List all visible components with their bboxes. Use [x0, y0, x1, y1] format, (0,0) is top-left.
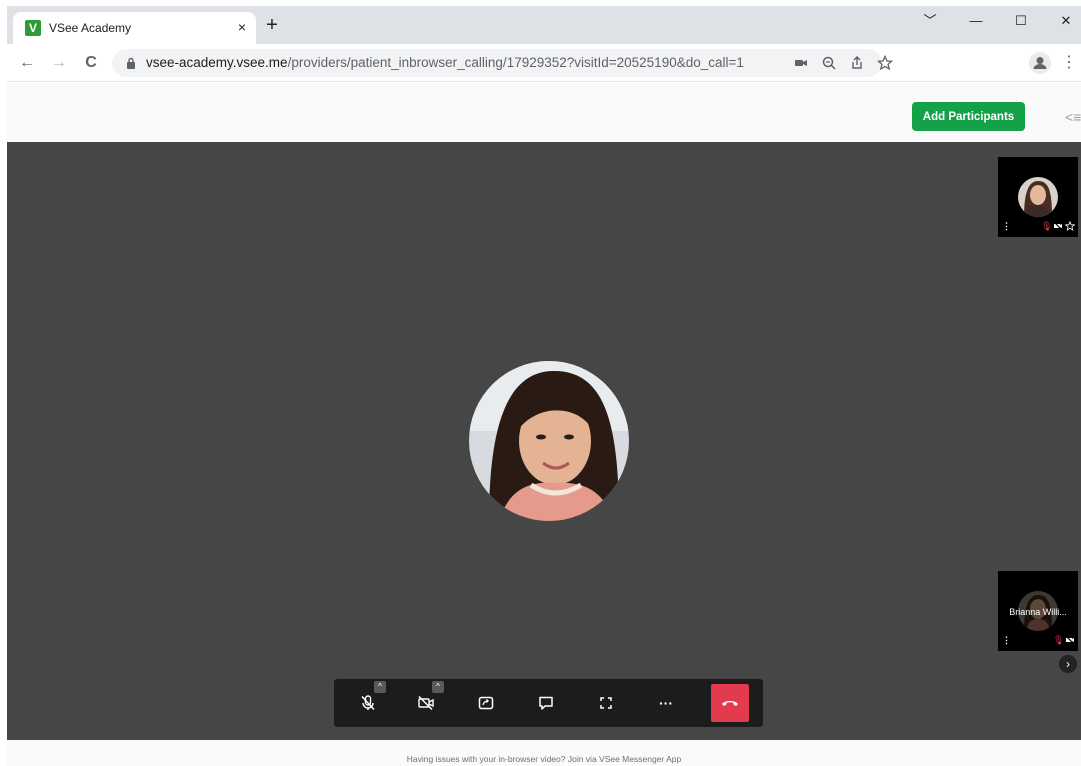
- tab-title: VSee Academy: [49, 21, 132, 35]
- mic-muted-icon: 🎙︎: [1053, 635, 1065, 645]
- collapse-panel-icon[interactable]: <≡: [1065, 109, 1081, 125]
- messenger-app-link[interactable]: Having issues with your in-browser video…: [7, 754, 1081, 764]
- mic-options-caret-icon[interactable]: ^: [374, 681, 386, 693]
- minimize-button[interactable]: —: [961, 10, 991, 32]
- next-participants-button[interactable]: ›: [1059, 655, 1077, 673]
- browser-window: V VSee Academy × + ﹀ — ☐ ✕ ← → C vsee-ac…: [7, 6, 1081, 766]
- app-header: Add Participants <≡: [7, 83, 1081, 142]
- star-icon[interactable]: [876, 54, 894, 72]
- zoom-icon[interactable]: [820, 54, 838, 72]
- tab-strip: V VSee Academy × + ﹀ — ☐ ✕: [7, 6, 1081, 44]
- url-text: vsee-academy.vsee.me/providers/patient_i…: [146, 55, 744, 70]
- reload-button[interactable]: C: [79, 51, 103, 75]
- browser-tab[interactable]: V VSee Academy ×: [13, 12, 256, 44]
- mic-toggle-button[interactable]: ^: [354, 681, 386, 717]
- participant-thumbnail[interactable]: Brianna Willi... ⋮ 🎙︎: [998, 571, 1078, 651]
- screen-share-icon: [478, 696, 494, 710]
- window-close-button[interactable]: ✕: [1051, 10, 1081, 32]
- fullscreen-icon: [600, 697, 612, 709]
- thumbnail-status-icons: 🎙︎: [1053, 635, 1075, 645]
- participant-avatar: [1018, 177, 1058, 217]
- camera-off-icon: [1053, 221, 1063, 231]
- share-icon[interactable]: [848, 54, 866, 72]
- address-bar[interactable]: vsee-academy.vsee.me/providers/patient_i…: [112, 49, 894, 77]
- camera-toggle-button[interactable]: ^: [412, 681, 444, 717]
- fullscreen-button[interactable]: [592, 689, 620, 717]
- participant-name: Brianna Willi...: [1009, 607, 1067, 617]
- star-icon[interactable]: [1065, 221, 1075, 231]
- chat-icon: [539, 696, 553, 710]
- camera-icon[interactable]: [792, 54, 810, 72]
- chat-button[interactable]: [532, 689, 560, 717]
- add-participants-button[interactable]: Add Participants: [912, 102, 1025, 131]
- hangup-icon: [722, 701, 738, 706]
- thumbnail-status-icons: 🎙︎: [1041, 221, 1075, 231]
- lock-icon: [127, 57, 135, 69]
- browser-toolbar: ← → C vsee-academy.vsee.me/providers/pat…: [7, 44, 1081, 82]
- back-button[interactable]: ←: [15, 51, 39, 75]
- maximize-button[interactable]: ☐: [1006, 10, 1036, 32]
- thumbnail-menu-icon[interactable]: ⋮: [1002, 635, 1011, 646]
- screen-share-button[interactable]: [472, 689, 500, 717]
- profile-avatar[interactable]: [1029, 52, 1051, 74]
- browser-menu-button[interactable]: ⋮: [1061, 52, 1077, 74]
- participant-thumbnail[interactable]: ⋮ 🎙︎: [998, 157, 1078, 237]
- more-options-button[interactable]: ···: [652, 689, 680, 717]
- camera-off-icon: [418, 695, 434, 711]
- mic-muted-icon: 🎙︎: [1041, 221, 1053, 231]
- url-host: vsee-academy.vsee.me: [146, 55, 288, 70]
- main-participant-avatar: [469, 361, 629, 521]
- camera-off-icon: [1065, 635, 1075, 645]
- tab-close-icon[interactable]: ×: [233, 18, 251, 36]
- forward-button[interactable]: →: [47, 51, 71, 75]
- mic-muted-icon: [361, 695, 375, 711]
- tab-search-chevron-icon[interactable]: ﹀: [915, 10, 945, 32]
- hangup-button[interactable]: [711, 684, 749, 722]
- video-stage: ⋮ 🎙︎ Brianna Willi... ⋮ 🎙︎ › ^ ^ ···: [7, 142, 1081, 740]
- page-footer: Having issues with your in-browser video…: [7, 740, 1081, 766]
- camera-options-caret-icon[interactable]: ^: [432, 681, 444, 693]
- url-path: /providers/patient_inbrowser_calling/179…: [287, 55, 744, 70]
- vsee-favicon-icon: V: [25, 20, 41, 36]
- new-tab-button[interactable]: +: [261, 14, 283, 36]
- thumbnail-menu-icon[interactable]: ⋮: [1002, 221, 1011, 232]
- call-controls-bar: ^ ^ ···: [334, 679, 763, 727]
- person-icon: [1033, 57, 1047, 69]
